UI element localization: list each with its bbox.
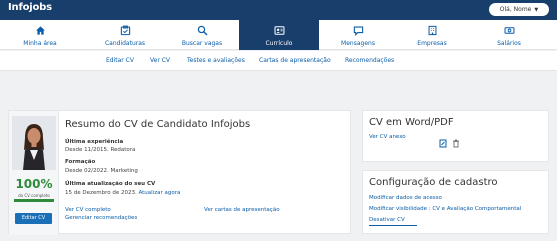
nav-label: Mensagens bbox=[341, 40, 375, 47]
nav-candidaturas[interactable]: Candidaturas bbox=[85, 20, 165, 50]
view-attached-cv-link[interactable]: Ver CV anexo bbox=[369, 134, 406, 140]
nav-label: Candidaturas bbox=[104, 40, 146, 47]
nav-buscar-vagas[interactable]: Buscar vagas bbox=[162, 20, 242, 50]
cv-summary-card: 100% do CV completo Editar CV Resumo do … bbox=[8, 110, 351, 235]
education-label: Formação bbox=[65, 159, 96, 165]
user-menu-label: Olá, Nome bbox=[499, 6, 532, 13]
building-icon bbox=[392, 22, 472, 40]
manage-recommendations-link[interactable]: Gerenciar recomendações bbox=[65, 215, 137, 221]
nav-label: Buscar vagas bbox=[181, 40, 223, 47]
edit-icon[interactable] bbox=[439, 133, 447, 148]
view-full-cv-link[interactable]: Ver CV completo bbox=[65, 207, 111, 213]
nav-label: Minha área bbox=[23, 40, 57, 47]
nav-label: Salários bbox=[497, 40, 521, 47]
subnav-cartas[interactable]: Cartas de apresentação bbox=[259, 57, 331, 64]
nav-label: Empresas bbox=[417, 40, 447, 47]
infojobs-logo[interactable]: Infojobs bbox=[8, 2, 52, 13]
cv-word-pdf-card: CV em Word/PDF Ver CV anexo bbox=[362, 110, 549, 162]
experience-value: Desde 11/2015. Redatora bbox=[65, 147, 136, 153]
modify-visibility-link[interactable]: Modificar visibilidade : CV e Avaliação … bbox=[369, 206, 521, 212]
cv-completion-percent: 100% bbox=[15, 177, 53, 191]
nav-label: Currículo bbox=[265, 40, 293, 47]
sub-navigation: Editar CV Ver CV Testes e avaliações Car… bbox=[0, 51, 557, 71]
id-card-icon bbox=[239, 22, 319, 40]
user-menu-button[interactable]: Olá, Nome ▼ bbox=[489, 3, 549, 16]
search-icon bbox=[162, 22, 242, 40]
cv-completion-bar bbox=[14, 199, 54, 202]
subnav-recomendacoes[interactable]: Recomendações bbox=[345, 57, 394, 64]
nav-minha-area[interactable]: Minha área bbox=[0, 20, 80, 50]
nav-mensagens[interactable]: Mensagens bbox=[318, 20, 398, 50]
update-label: Última atualização do seu CV bbox=[65, 181, 156, 187]
nav-empresas[interactable]: Empresas bbox=[392, 20, 472, 50]
briefcase-icon bbox=[85, 22, 165, 40]
cv-completion-label: do CV completo bbox=[18, 193, 50, 198]
update-now-link[interactable]: Atualizar agora bbox=[138, 190, 180, 196]
deactivate-cv-link[interactable]: Desativar CV bbox=[369, 217, 405, 223]
cv-completion-bar-fill bbox=[14, 199, 54, 202]
experience-label: Última experiência bbox=[65, 139, 124, 145]
home-icon bbox=[0, 22, 80, 40]
chat-icon bbox=[318, 22, 398, 40]
account-settings-title: Configuração de cadastro bbox=[369, 177, 498, 188]
update-value-line: 15 de Dezembro de 2023. Atualizar agora bbox=[65, 190, 180, 196]
deactivate-underline bbox=[369, 225, 417, 226]
subnav-editar-cv[interactable]: Editar CV bbox=[106, 57, 134, 64]
modify-access-link[interactable]: Modificar dados de acesso bbox=[369, 195, 442, 201]
summary-title: Resumo do CV de Candidato Infojobs bbox=[65, 119, 251, 130]
cv-word-pdf-title: CV em Word/PDF bbox=[369, 117, 454, 128]
nav-curriculo[interactable]: Currículo bbox=[239, 20, 319, 50]
update-value: 15 de Dezembro de 2023. bbox=[65, 190, 137, 196]
top-bar: Infojobs Olá, Nome ▼ bbox=[0, 0, 557, 20]
chevron-down-icon: ▼ bbox=[534, 6, 539, 13]
account-settings-card: Configuração de cadastro Modificar dados… bbox=[362, 170, 549, 234]
avatar bbox=[12, 116, 56, 170]
education-value: Desde 02/2022. Marketing bbox=[65, 168, 138, 174]
view-cover-letters-link[interactable]: Ver cartas de apresentação bbox=[204, 207, 280, 213]
nav-salarios[interactable]: Salários bbox=[469, 20, 549, 50]
subnav-testes[interactable]: Testes e avaliações bbox=[187, 57, 245, 64]
money-icon bbox=[469, 22, 549, 40]
trash-icon[interactable] bbox=[452, 133, 460, 148]
main-navigation: Minha área Candidaturas Buscar vagas Cur… bbox=[0, 20, 557, 50]
edit-cv-button[interactable]: Editar CV bbox=[15, 213, 52, 224]
profile-column: 100% do CV completo Editar CV bbox=[9, 111, 59, 235]
subnav-ver-cv[interactable]: Ver CV bbox=[150, 57, 170, 64]
